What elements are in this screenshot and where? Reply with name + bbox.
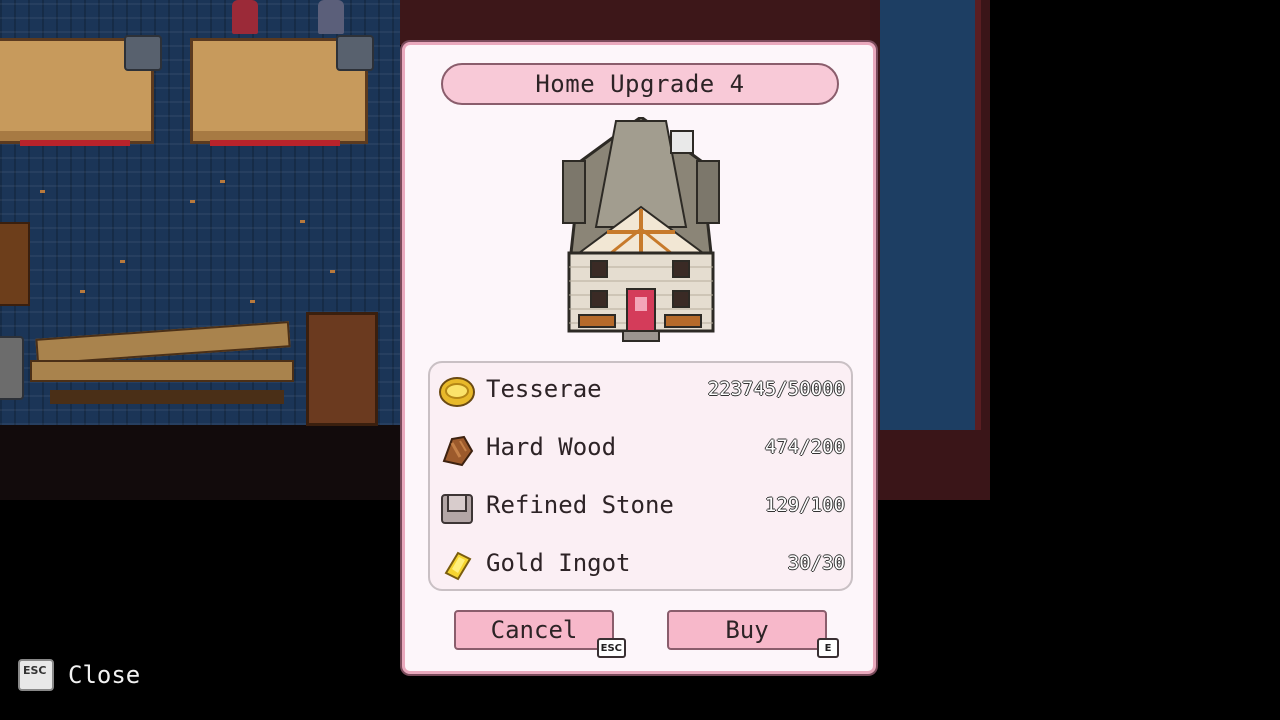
wood-log-icon: [442, 435, 474, 467]
leaf-speck: [40, 190, 45, 193]
cancel-button[interactable]: Cancel ESC: [454, 610, 626, 658]
leaf-speck: [80, 290, 85, 293]
wooden-fence: [50, 390, 284, 404]
wooden-door: [306, 312, 378, 426]
cost-row: Tesserae 223745/50000: [430, 366, 851, 416]
close-hint[interactable]: ESC Close: [18, 657, 140, 693]
cost-row: Hard Wood 474/200: [430, 424, 851, 474]
e-key-icon: E: [817, 638, 839, 658]
chair: [336, 35, 374, 71]
house-upgrade-preview-icon: [562, 117, 720, 342]
chair: [124, 35, 162, 71]
close-label: Close: [68, 661, 141, 689]
cost-row: Refined Stone 129/100: [430, 482, 851, 532]
buy-button[interactable]: Buy E: [667, 610, 839, 658]
leaf-speck: [120, 260, 125, 263]
leaf-speck: [300, 220, 305, 223]
coin-icon: [439, 377, 475, 407]
cost-row: Gold Ingot 30/30: [430, 540, 851, 590]
cancel-button-label: Cancel: [490, 616, 578, 644]
leaf-speck: [250, 300, 255, 303]
wooden-plank: [30, 360, 294, 382]
cost-item-name: Refined Stone: [486, 491, 674, 519]
stool: [0, 336, 24, 400]
table-leg: [20, 140, 130, 146]
wooden-shelf: [0, 222, 30, 306]
cost-item-quantity: 223745/50000: [707, 378, 845, 400]
gold-ingot-icon: [444, 551, 472, 581]
leaf-speck: [220, 180, 225, 183]
right-room-floor: [880, 0, 981, 430]
npc-character: [318, 0, 344, 34]
cost-item-quantity: 30/30: [787, 552, 845, 574]
cost-item-quantity: 474/200: [764, 436, 845, 458]
dialog-title: Home Upgrade 4: [441, 63, 839, 105]
cost-item-name: Tesserae: [486, 375, 602, 403]
cost-item-quantity: 129/100: [764, 494, 845, 516]
home-upgrade-dialog: Home Upgrade 4 Tesserae 223745/50000 Har…: [402, 42, 876, 674]
esc-key-icon: ESC: [18, 659, 54, 691]
cost-item-name: Hard Wood: [486, 433, 617, 461]
buy-button-label: Buy: [725, 616, 769, 644]
cost-item-name: Gold Ingot: [486, 549, 631, 577]
room-wall-shadow: [0, 425, 400, 500]
table-leg: [210, 140, 340, 146]
leaf-speck: [330, 270, 335, 273]
esc-key-icon: ESC: [596, 638, 626, 658]
cost-list-panel: Tesserae 223745/50000 Hard Wood 474/200 …: [428, 361, 853, 591]
leaf-speck: [190, 200, 195, 203]
npc-character: [232, 0, 258, 34]
stone-block-icon: [441, 494, 473, 524]
center-room-wall: [400, 0, 870, 45]
